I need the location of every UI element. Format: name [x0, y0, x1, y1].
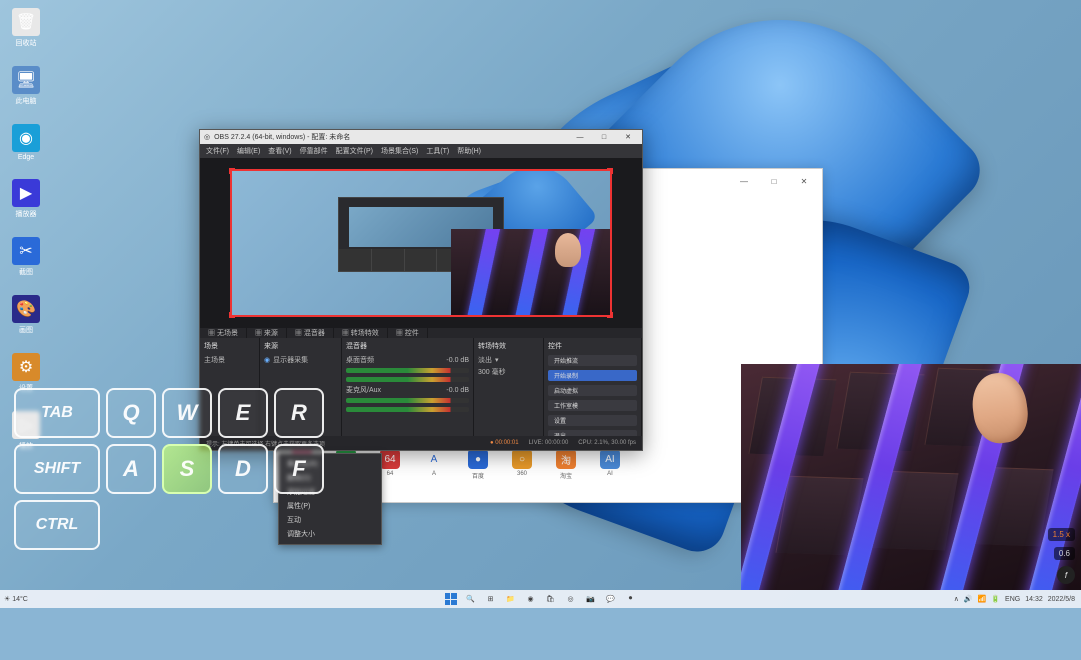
menu-item[interactable]: 文件(F): [206, 146, 229, 156]
control-button[interactable]: 开始推流: [548, 355, 637, 366]
audio-meter: [346, 398, 469, 403]
key-a: A: [106, 444, 156, 494]
key-d: D: [218, 444, 268, 494]
obs-preview[interactable]: [200, 158, 642, 328]
taskbar-rec-icon[interactable]: ⏺: [624, 592, 638, 606]
panel-tab[interactable]: ▦ 控件: [388, 328, 428, 338]
key-f: F: [274, 444, 324, 494]
audio-meter: [346, 368, 469, 373]
zoom-badge[interactable]: 0.6: [1054, 547, 1075, 560]
menu-item[interactable]: 帮助(H): [457, 146, 481, 156]
system-tray[interactable]: ∧ 🔊 📶 🔋 ENG 14:32 2022/5/8: [954, 595, 1081, 603]
key-s: S: [162, 444, 212, 494]
taskbar-task-icon[interactable]: ⊞: [484, 592, 498, 606]
tray-item[interactable]: 14:32: [1025, 596, 1043, 603]
cpu-indicator: CPU: 2.1%, 30.00 fps: [578, 440, 636, 446]
menu-item[interactable]: 查看(V): [268, 146, 291, 156]
source-item[interactable]: ◉显示器采集: [264, 355, 337, 365]
control-button[interactable]: 启动虚拟: [548, 385, 637, 396]
preview-selection[interactable]: [231, 170, 611, 316]
camera-hud: 1.5 x 0.6 f: [1048, 528, 1075, 584]
key-q: Q: [106, 388, 156, 438]
close-button[interactable]: ✕: [618, 133, 638, 141]
visibility-icon[interactable]: ◉: [264, 356, 270, 364]
key-e: E: [218, 388, 268, 438]
zoom-badge[interactable]: 1.5 x: [1048, 528, 1075, 541]
key-w: W: [162, 388, 212, 438]
panel-tab[interactable]: ▦ 混音器: [287, 328, 334, 338]
preview-camera: [451, 229, 610, 316]
app-shortcut[interactable]: ●百度: [468, 449, 488, 480]
duration-input[interactable]: 300 毫秒: [478, 367, 539, 377]
tray-item[interactable]: ∧: [954, 595, 959, 603]
taskbar-store-icon[interactable]: 🛍: [544, 592, 558, 606]
obs-menubar: 文件(F) 编辑(E) 查看(V) 停靠部件配置文件(P) 场景集合(S) 工具(T) 帮助…: [200, 144, 642, 158]
taskbar-files-icon[interactable]: 📁: [504, 592, 518, 606]
taskbar-left[interactable]: ☀ 14°C: [0, 595, 28, 603]
panel-tab[interactable]: ▦ 无场景: [200, 328, 247, 338]
desktop-icon[interactable]: 🖥此电脑: [4, 66, 48, 106]
desktop-icons: 🗑回收站🖥此电脑◉Edge▶播放器✂截图🎨画图⚙设置▷播放: [4, 8, 48, 451]
key-shift: SHIFT: [14, 444, 100, 494]
tray-item[interactable]: ENG: [1005, 596, 1020, 603]
tray-item[interactable]: 🔊: [964, 595, 973, 603]
camera-overlay: 1.5 x 0.6 f: [741, 364, 1081, 590]
key-ctrl: CTRL: [14, 500, 100, 550]
menu-item[interactable]: 场景集合(S): [381, 146, 418, 156]
keyboard-overlay: TABQWER SHIFTASDF CTRL: [14, 388, 324, 550]
mixer-panel[interactable]: 混音器 桌面音频-0.0 dB 麦克风/Aux-0.0 dB: [342, 338, 474, 446]
obs-titlebar[interactable]: ◎ OBS 27.2.4 (64-bit, windows) - 配置: 未命名…: [200, 130, 642, 144]
taskbar-search-icon[interactable]: 🔍: [464, 592, 478, 606]
obs-icon: ◎: [204, 133, 210, 141]
taskbar-chat-icon[interactable]: 💬: [604, 592, 618, 606]
desktop-icon[interactable]: ◉Edge: [4, 124, 48, 161]
taskbar-center: 🔍 ⊞ 📁 ◉ 🛍 ◎ 📷 💬 ⏺: [444, 592, 638, 606]
desktop-icon[interactable]: ⚙设置: [4, 353, 48, 393]
controls-panel: 控件 开始推流开始录制启动虚拟工作室模设置退出: [544, 338, 642, 446]
app-shortcut[interactable]: AA: [424, 449, 444, 480]
audio-meter: [346, 407, 469, 412]
menu-item[interactable]: 停靠部件: [300, 146, 328, 156]
menu-item[interactable]: 工具(T): [426, 146, 449, 156]
desktop-icon[interactable]: 🗑回收站: [4, 8, 48, 48]
transition-select[interactable]: 淡出 ▾: [478, 355, 539, 365]
taskbar[interactable]: ☀ 14°C 🔍 ⊞ 📁 ◉ 🛍 ◎ 📷 💬 ⏺ ∧ 🔊 📶 🔋 ENG 14:32 2022/5/8: [0, 590, 1081, 608]
control-button[interactable]: 设置: [548, 415, 637, 426]
transitions-panel[interactable]: 转场特效 淡出 ▾ 300 毫秒: [474, 338, 544, 446]
tray-item[interactable]: 📶: [978, 595, 987, 603]
desktop-icon[interactable]: ▶播放器: [4, 179, 48, 219]
scene-item[interactable]: 主场景: [204, 355, 255, 365]
max-button[interactable]: □: [760, 177, 788, 186]
preview-content: [232, 171, 610, 315]
menu-item[interactable]: 编辑(E): [237, 146, 260, 156]
live-indicator: LIVE: 00:00:00: [529, 440, 569, 446]
control-button[interactable]: 开始录制: [548, 370, 637, 381]
close-button[interactable]: ✕: [790, 177, 818, 186]
panel-tab[interactable]: ▦ 转场特效: [334, 328, 388, 338]
taskbar-cam-icon[interactable]: 📷: [584, 592, 598, 606]
taskbar-obs-icon[interactable]: ◎: [564, 592, 578, 606]
key-tab: TAB: [14, 388, 100, 438]
app-shortcut[interactable]: ○360: [512, 449, 532, 480]
menu-item[interactable]: 配置文件(P): [336, 146, 373, 156]
tray-item[interactable]: 2022/5/8: [1048, 596, 1075, 603]
desktop-icon[interactable]: 🎨画图: [4, 295, 48, 335]
key-r: R: [274, 388, 324, 438]
tray-item[interactable]: 🔋: [991, 595, 1000, 603]
rec-indicator[interactable]: ● 00:00:01: [490, 440, 519, 446]
app-shortcut[interactable]: 淘淘宝: [556, 449, 576, 480]
audio-meter: [346, 377, 469, 382]
panel-tab[interactable]: ▦ 来源: [247, 328, 287, 338]
max-button[interactable]: □: [594, 134, 614, 141]
control-button[interactable]: 工作室模: [548, 400, 637, 411]
min-button[interactable]: —: [570, 134, 590, 141]
app-shortcut[interactable]: 6464: [380, 449, 400, 480]
taskbar-edge-icon[interactable]: ◉: [524, 592, 538, 606]
desktop-icon[interactable]: ✂截图: [4, 237, 48, 277]
app-shortcut[interactable]: AIAI: [600, 449, 620, 480]
aperture-badge[interactable]: f: [1057, 566, 1075, 584]
taskbar-win-icon[interactable]: [444, 592, 458, 606]
obs-title-text: OBS 27.2.4 (64-bit, windows) - 配置: 未命名: [214, 132, 350, 142]
min-button[interactable]: —: [730, 177, 758, 186]
